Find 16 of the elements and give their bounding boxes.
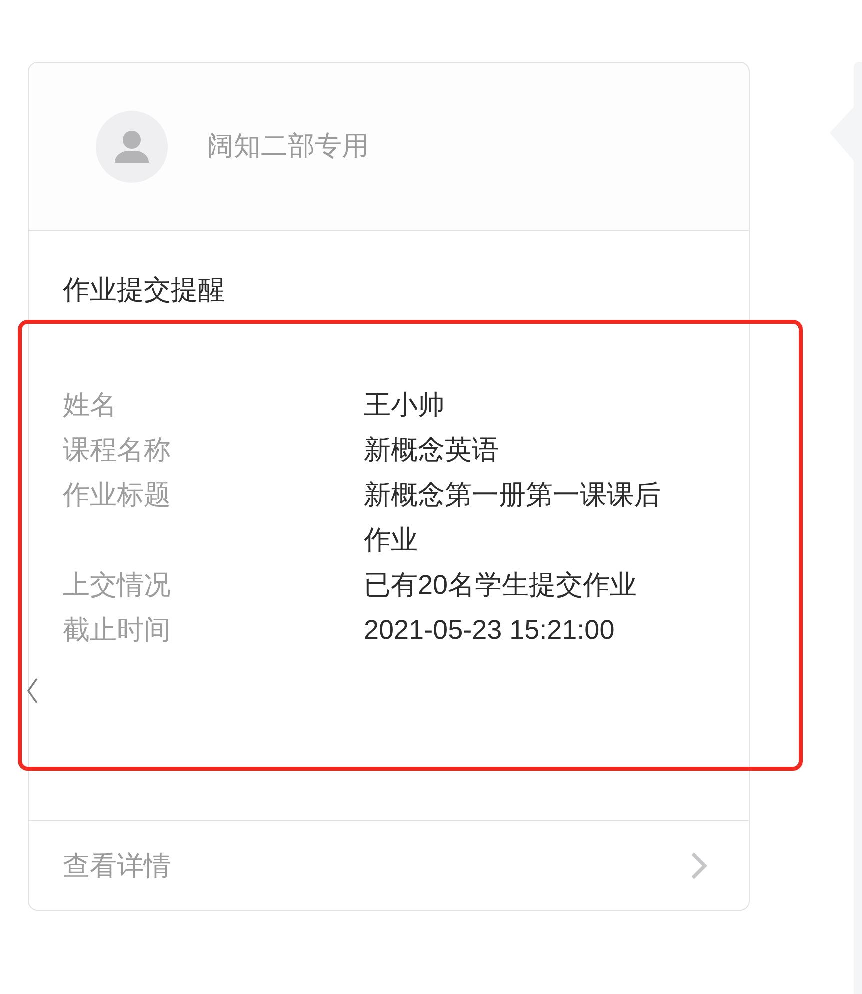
field-value: 2021-05-23 15:21:00	[364, 614, 616, 647]
field-label: 截止时间	[63, 614, 172, 647]
chevron-left-icon[interactable]	[27, 678, 38, 704]
chevron-right-icon	[691, 852, 707, 880]
view-details-link[interactable]: 查看详情	[29, 820, 749, 910]
sender-name: 阔知二部专用	[207, 130, 369, 163]
field-label: 姓名	[63, 389, 118, 422]
notice-title: 作业提交提醒	[63, 274, 226, 307]
field-value: 新概念英语	[364, 434, 500, 467]
field-value: 王小帅	[364, 389, 446, 422]
user-avatar-icon	[96, 110, 168, 182]
field-value: 已有20名学生提交作业	[364, 569, 638, 602]
field-label: 上交情况	[63, 569, 172, 602]
field-value: 新概念第一册第一课课后作业	[364, 479, 662, 557]
field-label: 作业标题	[63, 479, 172, 512]
field-label: 课程名称	[63, 434, 172, 467]
